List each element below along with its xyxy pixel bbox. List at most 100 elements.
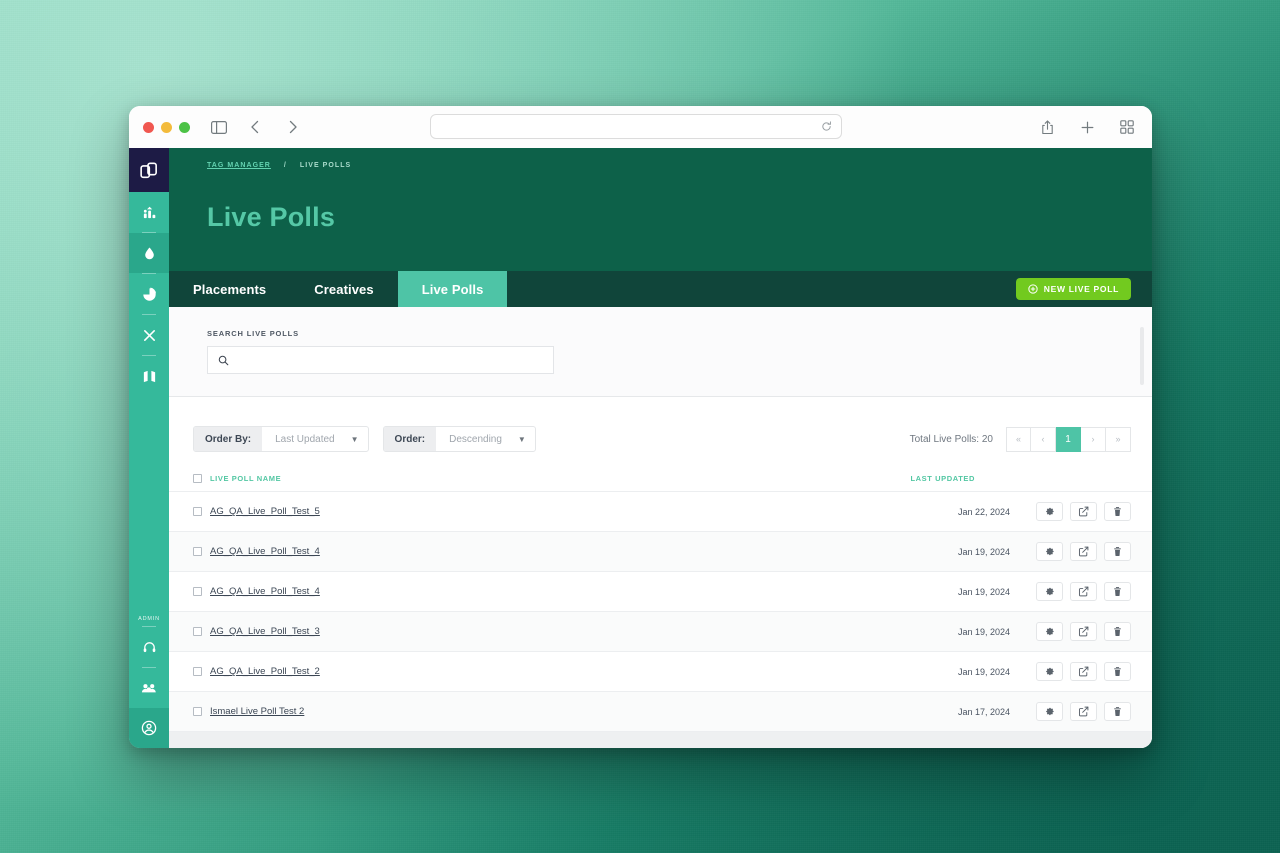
sidebar-toggle-icon[interactable] <box>208 116 230 138</box>
edit-external-icon[interactable] <box>1070 662 1097 681</box>
order-select[interactable]: Order: Descending ▼ <box>382 426 536 452</box>
live-poll-name-link[interactable]: Ismael Live Poll Test 2 <box>210 706 304 717</box>
row-checkbox[interactable] <box>193 587 202 596</box>
content-area: SEARCH LIVE POLLS Order By: Last Updated… <box>169 307 1152 748</box>
trash-icon[interactable] <box>1104 502 1131 521</box>
app-logo[interactable] <box>129 148 169 192</box>
tab-live-polls[interactable]: Live Polls <box>397 271 508 307</box>
droplet-icon <box>142 246 157 261</box>
row-checkbox[interactable] <box>193 627 202 636</box>
search-input[interactable] <box>236 354 543 366</box>
share-icon[interactable] <box>1036 116 1058 138</box>
row-checkbox[interactable] <box>193 547 202 556</box>
live-poll-name-link[interactable]: AG_QA_Live_Poll_Test_4 <box>210 546 320 557</box>
order-by-value: Last Updated <box>275 433 335 445</box>
toolbar-right: Total Live Polls: 20 « ‹ 1 › » <box>910 426 1131 452</box>
sidebar-item-tools[interactable] <box>129 315 169 355</box>
plus-icon[interactable] <box>1076 116 1098 138</box>
breadcrumb-separator: / <box>283 162 287 169</box>
trash-icon[interactable] <box>1104 662 1131 681</box>
sidebar-item-support[interactable] <box>129 627 169 667</box>
search-box[interactable] <box>207 346 554 374</box>
edit-external-icon[interactable] <box>1070 702 1097 721</box>
headset-icon <box>142 640 157 655</box>
close-window-button[interactable] <box>143 121 154 133</box>
trash-icon[interactable] <box>1104 582 1131 601</box>
pagination-last[interactable]: » <box>1106 426 1131 452</box>
tab-bar: Placements Creatives Live Polls NEW LIVE… <box>169 271 1152 310</box>
sidebar-item-users[interactable] <box>129 668 169 708</box>
order-by-select[interactable]: Order By: Last Updated ▼ <box>193 426 369 452</box>
chrome-right-actions <box>1036 106 1138 148</box>
row-actions <box>1036 702 1131 721</box>
sidebar-item-tag-manager[interactable] <box>129 233 169 273</box>
gear-icon[interactable] <box>1036 622 1063 641</box>
last-updated-cell: Jan 17, 2024 <box>957 706 1010 717</box>
sidebar-item-analytics[interactable] <box>129 192 169 232</box>
live-poll-name-link[interactable]: AG_QA_Live_Poll_Test_4 <box>210 586 320 597</box>
search-label: SEARCH LIVE POLLS <box>207 329 299 338</box>
column-header-last-updated[interactable]: LAST UPDATED <box>910 474 975 483</box>
gear-icon[interactable] <box>1036 542 1063 561</box>
live-poll-name-link[interactable]: AG_QA_Live_Poll_Test_5 <box>210 506 320 517</box>
pagination: « ‹ 1 › » <box>1006 426 1131 452</box>
sidebar-item-reports[interactable] <box>129 274 169 314</box>
edit-external-icon[interactable] <box>1070 622 1097 641</box>
browser-chrome <box>129 106 1152 148</box>
map-icon <box>142 369 157 384</box>
live-poll-name-link[interactable]: AG_QA_Live_Poll_Test_3 <box>210 626 320 637</box>
sidebar-item-map[interactable] <box>129 356 169 396</box>
row-actions <box>1036 542 1131 561</box>
breadcrumb: TAG MANAGER / LIVE POLLS <box>207 162 1152 169</box>
pagination-page-1[interactable]: 1 <box>1056 426 1081 452</box>
gear-icon[interactable] <box>1036 582 1063 601</box>
order-value-wrap[interactable]: Descending ▼ <box>436 427 535 451</box>
minimize-window-button[interactable] <box>161 121 172 133</box>
reload-icon[interactable] <box>821 121 832 132</box>
edit-external-icon[interactable] <box>1070 542 1097 561</box>
window-controls[interactable] <box>143 121 190 133</box>
table-row[interactable]: AG_QA_Live_Poll_Test_4 Jan 19, 2024 <box>169 532 1152 572</box>
tab-placements[interactable]: Placements <box>169 271 290 307</box>
table-row[interactable]: AG_QA_Live_Poll_Test_2 Jan 19, 2024 <box>169 652 1152 692</box>
table-row[interactable]: AG_QA_Live_Poll_Test_5 Jan 22, 2024 <box>169 492 1152 532</box>
panel-scrollbar[interactable] <box>1140 327 1144 385</box>
panel-gap <box>169 397 1152 408</box>
order-by-value-wrap[interactable]: Last Updated ▼ <box>262 427 367 451</box>
row-checkbox[interactable] <box>193 707 202 716</box>
pagination-prev[interactable]: ‹ <box>1031 426 1056 452</box>
row-checkbox[interactable] <box>193 667 202 676</box>
edit-external-icon[interactable] <box>1070 582 1097 601</box>
tab-creatives[interactable]: Creatives <box>290 271 397 307</box>
last-updated-cell: Jan 22, 2024 <box>957 506 1010 517</box>
new-live-poll-button[interactable]: NEW LIVE POLL <box>1015 278 1131 300</box>
desktop-background: ADMIN TAG MANAGER / LIVE POLLS Live Poll… <box>0 0 1280 853</box>
address-bar[interactable] <box>430 114 842 139</box>
edit-external-icon[interactable] <box>1070 502 1097 521</box>
row-checkbox[interactable] <box>193 507 202 516</box>
breadcrumb-tag-manager[interactable]: TAG MANAGER <box>207 162 271 169</box>
trash-icon[interactable] <box>1104 702 1131 721</box>
gear-icon[interactable] <box>1036 502 1063 521</box>
pagination-first[interactable]: « <box>1006 426 1031 452</box>
last-updated-cell: Jan 19, 2024 <box>957 666 1010 677</box>
trash-icon[interactable] <box>1104 542 1131 561</box>
trash-icon[interactable] <box>1104 622 1131 641</box>
table-row[interactable]: AG_QA_Live_Poll_Test_4 Jan 19, 2024 <box>169 572 1152 612</box>
row-actions <box>1036 582 1131 601</box>
select-all-checkbox[interactable] <box>193 474 202 483</box>
gear-icon[interactable] <box>1036 702 1063 721</box>
last-updated-cell: Jan 19, 2024 <box>957 586 1010 597</box>
user-avatar[interactable] <box>129 708 169 748</box>
tab-overview-icon[interactable] <box>1116 116 1138 138</box>
pagination-next[interactable]: › <box>1081 426 1106 452</box>
table-row[interactable]: AG_QA_Live_Poll_Test_3 Jan 19, 2024 <box>169 612 1152 652</box>
back-chevron-icon[interactable] <box>244 116 266 138</box>
main-column: TAG MANAGER / LIVE POLLS Live Polls Plac… <box>169 148 1152 748</box>
forward-chevron-icon[interactable] <box>282 116 304 138</box>
maximize-window-button[interactable] <box>179 121 190 133</box>
live-poll-name-link[interactable]: AG_QA_Live_Poll_Test_2 <box>210 666 320 677</box>
table-row[interactable]: Ismael Live Poll Test 2 Jan 17, 2024 <box>169 692 1152 732</box>
column-header-name[interactable]: LIVE POLL NAME <box>210 474 281 483</box>
gear-icon[interactable] <box>1036 662 1063 681</box>
